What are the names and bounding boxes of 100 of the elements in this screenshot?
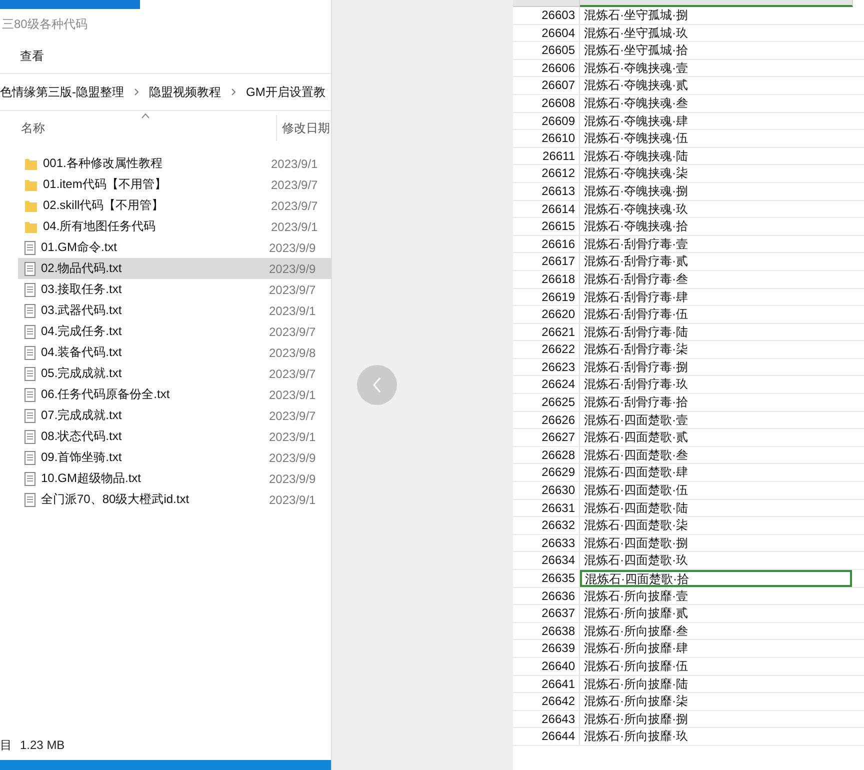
name-cell[interactable]: 混炼石·坐守孤城·玖 bbox=[580, 24, 852, 42]
column-header[interactable]: 修改日期 bbox=[282, 120, 330, 136]
name-cell[interactable]: 混炼石·刮骨疗毒·伍 bbox=[580, 306, 852, 323]
text-file-icon bbox=[24, 450, 36, 464]
status-text: 目 bbox=[0, 736, 12, 754]
name-cell[interactable]: 混炼石·四面楚歌·柒 bbox=[580, 517, 852, 534]
name-cell[interactable]: 混炼石·夺魄挟魂·肆 bbox=[580, 112, 852, 130]
name-cell[interactable]: 混炼石·刮骨疗毒·叁 bbox=[580, 270, 852, 288]
file-row[interactable]: 04.所有地图任务代码 2023/9/1 bbox=[18, 216, 331, 237]
id-cell: 26604 bbox=[513, 24, 580, 42]
name-cell[interactable]: 混炼石·坐守孤城·拾 bbox=[580, 42, 852, 59]
file-date: 2023/9/7 bbox=[269, 408, 316, 422]
name-cell[interactable]: 混炼石·夺魄挟魂·陆 bbox=[580, 148, 852, 164]
file-row[interactable]: 001.各种修改属性教程 2023/9/1 bbox=[18, 153, 331, 174]
name-cell[interactable]: 混炼石·坐守孤城·捌 bbox=[580, 7, 852, 24]
name-cell[interactable]: 混炼石·夺魄挟魂·伍 bbox=[580, 130, 852, 147]
breadcrumb-item[interactable]: 色情缘第三版-隐盟整理 bbox=[0, 84, 124, 100]
file-date: 2023/9/1 bbox=[269, 304, 316, 318]
name-cell[interactable]: 混炼石·所向披靡·叁 bbox=[580, 622, 852, 640]
name-cell[interactable]: 混炼石·刮骨疗毒·玖 bbox=[580, 376, 852, 394]
name-cell[interactable]: 混炼石·四面楚歌·陆 bbox=[580, 500, 852, 516]
name-cell[interactable]: 混炼石·所向披靡·伍 bbox=[580, 658, 852, 675]
file-name: 07.完成成就.txt bbox=[40, 407, 123, 424]
name-cell[interactable]: 混炼石·所向披靡·陆 bbox=[580, 676, 852, 692]
back-button[interactable] bbox=[357, 365, 397, 405]
file-name: 04.装备代码.txt bbox=[40, 344, 123, 361]
name-cell[interactable]: 混炼石·夺魄挟魂·柒 bbox=[580, 165, 852, 182]
file-name: 001.各种修改属性教程 bbox=[42, 155, 164, 172]
text-file-icon bbox=[24, 430, 36, 444]
text-file-icon bbox=[24, 304, 36, 318]
file-row[interactable]: 01.GM命令.txt 2023/9/9 bbox=[18, 237, 331, 258]
name-cell[interactable]: 混炼石·刮骨疗毒·陆 bbox=[580, 324, 852, 340]
id-cell: 26643 bbox=[513, 710, 580, 728]
name-cell[interactable]: 混炼石·四面楚歌·捌 bbox=[580, 534, 852, 552]
name-cell[interactable]: 混炼石·夺魄挟魂·拾 bbox=[580, 218, 852, 235]
file-row[interactable]: 02.skill代码【不用管】 2023/9/7 bbox=[18, 195, 331, 216]
name-cell[interactable]: 混炼石·刮骨疗毒·壹 bbox=[580, 236, 852, 252]
file-row[interactable]: 01.item代码【不用管】 2023/9/7 bbox=[18, 174, 331, 195]
file-row[interactable]: 全门派70、80级大橙武id.txt 2023/9/1 bbox=[18, 489, 331, 510]
name-cell[interactable]: 混炼石·刮骨疗毒·捌 bbox=[580, 358, 852, 376]
name-cell[interactable]: 混炼石·所向披靡·肆 bbox=[580, 640, 852, 657]
id-cell: 26603 bbox=[513, 7, 580, 24]
name-cell[interactable]: 混炼石·刮骨疗毒·肆 bbox=[580, 288, 852, 306]
file-date: 2023/9/7 bbox=[269, 324, 316, 338]
file-name: 10.GM超级物品.txt bbox=[40, 470, 142, 487]
name-cell[interactable]: 混炼石·四面楚歌·玖 bbox=[580, 552, 852, 569]
file-row[interactable]: 02.物品代码.txt 2023/9/9 bbox=[18, 258, 331, 279]
file-row[interactable]: 05.完成成就.txt 2023/9/7 bbox=[18, 363, 331, 384]
id-cell: 26605 bbox=[513, 42, 580, 59]
name-cell[interactable]: 混炼石·所向披靡·壹 bbox=[580, 588, 852, 604]
name-cell[interactable]: 混炼石·刮骨疗毒·拾 bbox=[580, 394, 852, 411]
file-name: 03.武器代码.txt bbox=[40, 302, 123, 319]
name-cell[interactable]: 混炼石·所向披靡·柒 bbox=[580, 693, 852, 710]
name-cell[interactable]: 混炼石·所向披靡·捌 bbox=[580, 710, 852, 728]
folder-icon bbox=[24, 198, 38, 212]
name-cell[interactable]: 混炼石·四面楚歌·肆 bbox=[580, 464, 852, 482]
folder-icon bbox=[24, 220, 38, 234]
name-cell[interactable]: 混炼石·夺魄挟魂·贰 bbox=[580, 77, 852, 94]
breadcrumb-item[interactable]: GM开启设置教 bbox=[246, 84, 326, 100]
id-cell: 26644 bbox=[513, 728, 580, 745]
file-name: 02.物品代码.txt bbox=[40, 260, 123, 277]
id-cell: 26618 bbox=[513, 270, 580, 288]
name-cell[interactable]: 混炼石·刮骨疗毒·柒 bbox=[580, 341, 852, 358]
file-row[interactable]: 03.接取任务.txt 2023/9/7 bbox=[18, 279, 331, 300]
column-header[interactable]: 名称 bbox=[0, 120, 276, 136]
name-cell[interactable]: 混炼石·夺魄挟魂·壹 bbox=[580, 60, 852, 76]
id-cell: 26638 bbox=[513, 622, 580, 640]
breadcrumb-item[interactable]: 隐盟视频教程 bbox=[149, 84, 221, 100]
name-cell[interactable]: 混炼石·四面楚歌·拾 bbox=[580, 570, 852, 587]
file-row[interactable]: 06.任务代码原备份全.txt 2023/9/1 bbox=[18, 384, 331, 405]
file-date: 2023/9/8 bbox=[269, 346, 316, 360]
file-name: 09.首饰坐骑.txt bbox=[40, 449, 123, 466]
name-cell[interactable]: 混炼石·刮骨疗毒·贰 bbox=[580, 253, 852, 270]
file-date: 2023/9/1 bbox=[271, 156, 318, 170]
name-cell[interactable]: 混炼石·夺魄挟魂·捌 bbox=[580, 182, 852, 200]
file-date: 2023/9/9 bbox=[269, 240, 316, 254]
id-cell: 26613 bbox=[513, 182, 580, 200]
file-row[interactable]: 10.GM超级物品.txt 2023/9/9 bbox=[18, 468, 331, 489]
name-cell[interactable]: 混炼石·所向披靡·玖 bbox=[580, 728, 852, 745]
name-cell[interactable]: 混炼石·夺魄挟魂·玖 bbox=[580, 200, 852, 218]
file-row[interactable]: 09.首饰坐骑.txt 2023/9/9 bbox=[18, 447, 331, 468]
folder-icon bbox=[24, 156, 38, 170]
name-cell[interactable]: 混炼石·所向披靡·贰 bbox=[580, 605, 852, 622]
id-cell: 26641 bbox=[513, 676, 580, 692]
name-cell[interactable]: 混炼石·四面楚歌·伍 bbox=[580, 482, 852, 499]
file-row[interactable]: 07.完成成就.txt 2023/9/7 bbox=[18, 405, 331, 426]
id-cell: 26630 bbox=[513, 482, 580, 499]
name-cell[interactable]: 混炼石·四面楚歌·壹 bbox=[580, 412, 852, 428]
name-cell[interactable]: 混炼石·四面楚歌·贰 bbox=[580, 429, 852, 446]
file-row[interactable]: 03.武器代码.txt 2023/9/1 bbox=[18, 300, 331, 321]
file-row[interactable]: 04.装备代码.txt 2023/9/8 bbox=[18, 342, 331, 363]
file-row[interactable]: 04.完成任务.txt 2023/9/7 bbox=[18, 321, 331, 342]
id-cell: 26612 bbox=[513, 165, 580, 182]
text-file-icon bbox=[24, 472, 36, 486]
name-cell[interactable]: 混炼石·四面楚歌·叁 bbox=[580, 446, 852, 464]
file-date: 2023/9/7 bbox=[271, 178, 318, 192]
ribbon-tab[interactable]: 查看 bbox=[20, 48, 44, 64]
file-date: 2023/9/1 bbox=[271, 220, 318, 234]
name-cell[interactable]: 混炼石·夺魄挟魂·叁 bbox=[580, 94, 852, 112]
file-row[interactable]: 08.状态代码.txt 2023/9/1 bbox=[18, 426, 331, 447]
